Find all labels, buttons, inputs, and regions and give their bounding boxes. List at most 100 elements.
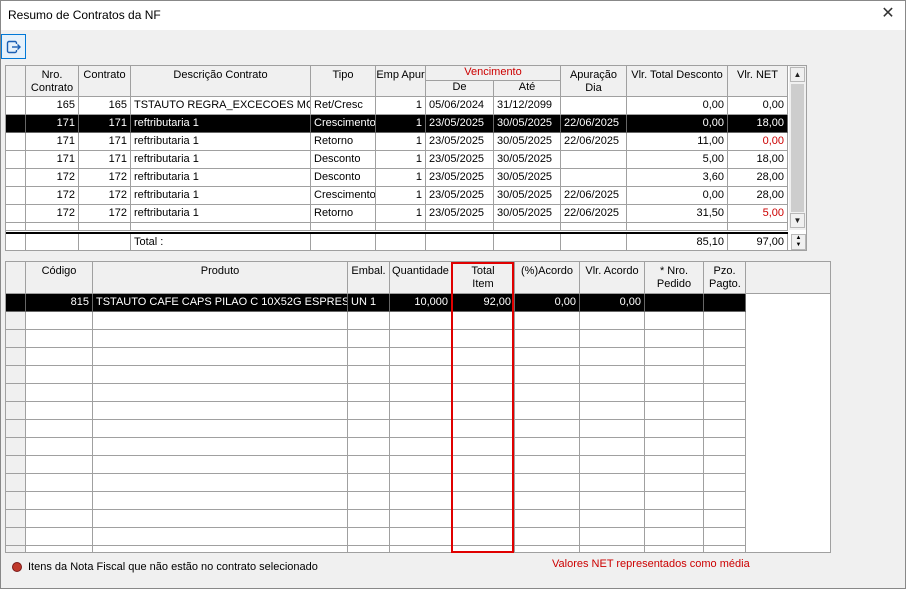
cell-descricao[interactable]: reftributaria 1 bbox=[131, 115, 311, 133]
cell-acordo_pct[interactable] bbox=[515, 528, 580, 546]
cell-produto[interactable] bbox=[93, 492, 348, 510]
cell-total_item[interactable] bbox=[452, 510, 515, 528]
row-indicator[interactable] bbox=[6, 97, 26, 115]
item-row-empty[interactable] bbox=[6, 546, 746, 552]
cell-acordo_pct[interactable] bbox=[515, 366, 580, 384]
cell-quantidade[interactable] bbox=[390, 420, 452, 438]
cell-codigo[interactable] bbox=[26, 330, 93, 348]
cell-nro_pedido[interactable] bbox=[645, 294, 704, 312]
item-row-empty[interactable] bbox=[6, 474, 746, 492]
cell-pzo_pagto[interactable] bbox=[704, 348, 746, 366]
row-indicator[interactable] bbox=[6, 187, 26, 205]
cell-codigo[interactable] bbox=[26, 348, 93, 366]
cell-quantidade[interactable]: 10,000 bbox=[390, 294, 452, 312]
cell-codigo[interactable] bbox=[26, 456, 93, 474]
cell-nro_pedido[interactable] bbox=[645, 492, 704, 510]
contract-row[interactable]: 172 172 reftributaria 1 Retorno 1 23/05/2025 3… bbox=[6, 205, 788, 223]
cell-de[interactable]: 23/05/2025 bbox=[426, 133, 494, 151]
cell-quantidade[interactable] bbox=[390, 528, 452, 546]
cell-quantidade[interactable] bbox=[390, 348, 452, 366]
cell-emp[interactable]: 1 bbox=[376, 133, 426, 151]
cell-total_item[interactable] bbox=[452, 330, 515, 348]
row-indicator[interactable] bbox=[6, 420, 26, 438]
cell-acordo_pct[interactable] bbox=[515, 420, 580, 438]
header-produto[interactable]: Produto bbox=[93, 262, 348, 294]
cell-pzo_pagto[interactable] bbox=[704, 312, 746, 330]
close-icon[interactable]: ✕ bbox=[878, 4, 898, 24]
cell-ate[interactable]: 30/05/2025 bbox=[494, 187, 561, 205]
cell-acordo_pct[interactable] bbox=[515, 348, 580, 366]
cell-embal[interactable]: UN 1 bbox=[348, 294, 390, 312]
item-row-empty[interactable] bbox=[6, 366, 746, 384]
cell-total_item[interactable] bbox=[452, 528, 515, 546]
item-row-empty[interactable] bbox=[6, 420, 746, 438]
cell-acordo_pct[interactable] bbox=[515, 492, 580, 510]
cell-embal[interactable] bbox=[348, 510, 390, 528]
cell-codigo[interactable]: 815 bbox=[26, 294, 93, 312]
header-total-item[interactable]: Total Item bbox=[452, 262, 515, 294]
cell-tipo[interactable]: Desconto bbox=[311, 169, 376, 187]
cell-net[interactable]: 5,00 bbox=[728, 205, 788, 223]
cell-codigo[interactable] bbox=[26, 510, 93, 528]
row-indicator[interactable] bbox=[6, 312, 26, 330]
cell-total_item[interactable] bbox=[452, 438, 515, 456]
cell-emp[interactable]: 1 bbox=[376, 115, 426, 133]
cell-vlr_acordo[interactable] bbox=[580, 438, 645, 456]
cell-pzo_pagto[interactable] bbox=[704, 546, 746, 552]
cell-embal[interactable] bbox=[348, 492, 390, 510]
cell-quantidade[interactable] bbox=[390, 438, 452, 456]
cell-contrato[interactable]: 171 bbox=[79, 115, 131, 133]
cell-nro_pedido[interactable] bbox=[645, 312, 704, 330]
contracts-scrollbar[interactable]: ▲ ▼ bbox=[789, 66, 806, 230]
header-contrato[interactable]: Contrato bbox=[79, 66, 131, 97]
header-ate[interactable]: Até bbox=[494, 81, 561, 97]
cell-total_item[interactable] bbox=[452, 402, 515, 420]
cell-embal[interactable] bbox=[348, 438, 390, 456]
cell-produto[interactable] bbox=[93, 474, 348, 492]
contract-row[interactable]: 171 171 reftributaria 1 Retorno 1 23/05/2025 3… bbox=[6, 133, 788, 151]
cell-produto[interactable] bbox=[93, 420, 348, 438]
header-vlr-total-desconto[interactable]: Vlr. Total Desconto bbox=[627, 66, 728, 97]
header-tipo[interactable]: Tipo bbox=[311, 66, 376, 97]
row-indicator[interactable] bbox=[6, 402, 26, 420]
cell-de[interactable]: 23/05/2025 bbox=[426, 115, 494, 133]
cell-total_item[interactable] bbox=[452, 366, 515, 384]
cell-embal[interactable] bbox=[348, 348, 390, 366]
row-indicator[interactable] bbox=[6, 133, 26, 151]
cell-descricao[interactable]: TSTAUTO REGRA_EXCECOES MOD bbox=[131, 97, 311, 115]
scroll-up-icon[interactable]: ▲ bbox=[790, 67, 805, 82]
cell-produto[interactable] bbox=[93, 546, 348, 552]
cell-net[interactable]: 0,00 bbox=[728, 97, 788, 115]
cell-descricao[interactable]: reftributaria 1 bbox=[131, 151, 311, 169]
cell-contrato[interactable]: 172 bbox=[79, 205, 131, 223]
cell-vlr_acordo[interactable] bbox=[580, 474, 645, 492]
cell-ate[interactable]: 30/05/2025 bbox=[494, 115, 561, 133]
cell-vlr_acordo[interactable] bbox=[580, 402, 645, 420]
cell-ate[interactable]: 30/05/2025 bbox=[494, 133, 561, 151]
cell-nro_pedido[interactable] bbox=[645, 528, 704, 546]
cell-vlr_acordo[interactable] bbox=[580, 420, 645, 438]
cell-vlr_acordo[interactable] bbox=[580, 348, 645, 366]
cell-acordo_pct[interactable] bbox=[515, 474, 580, 492]
cell-nro[interactable]: 171 bbox=[26, 115, 79, 133]
header-nro-pedido[interactable]: * Nro. Pedido bbox=[645, 262, 704, 294]
cell-codigo[interactable] bbox=[26, 528, 93, 546]
cell-nro[interactable]: 171 bbox=[26, 133, 79, 151]
cell-net[interactable]: 18,00 bbox=[728, 151, 788, 169]
cell-descricao[interactable]: reftributaria 1 bbox=[131, 133, 311, 151]
row-indicator[interactable] bbox=[6, 115, 26, 133]
row-indicator[interactable] bbox=[6, 510, 26, 528]
contract-row[interactable]: 172 172 reftributaria 1 Desconto 1 23/05/2025… bbox=[6, 169, 788, 187]
cell-pzo_pagto[interactable] bbox=[704, 384, 746, 402]
cell-de[interactable]: 05/06/2024 bbox=[426, 97, 494, 115]
cell-tipo[interactable]: Retorno bbox=[311, 133, 376, 151]
cell-nro_pedido[interactable] bbox=[645, 510, 704, 528]
cell-codigo[interactable] bbox=[26, 420, 93, 438]
item-row-empty[interactable] bbox=[6, 528, 746, 546]
cell-produto[interactable] bbox=[93, 510, 348, 528]
cell-tipo[interactable]: Crescimento bbox=[311, 115, 376, 133]
cell-vlr_acordo[interactable] bbox=[580, 366, 645, 384]
cell-vlr_acordo[interactable] bbox=[580, 330, 645, 348]
cell-net[interactable]: 28,00 bbox=[728, 169, 788, 187]
cell-net[interactable]: 0,00 bbox=[728, 133, 788, 151]
